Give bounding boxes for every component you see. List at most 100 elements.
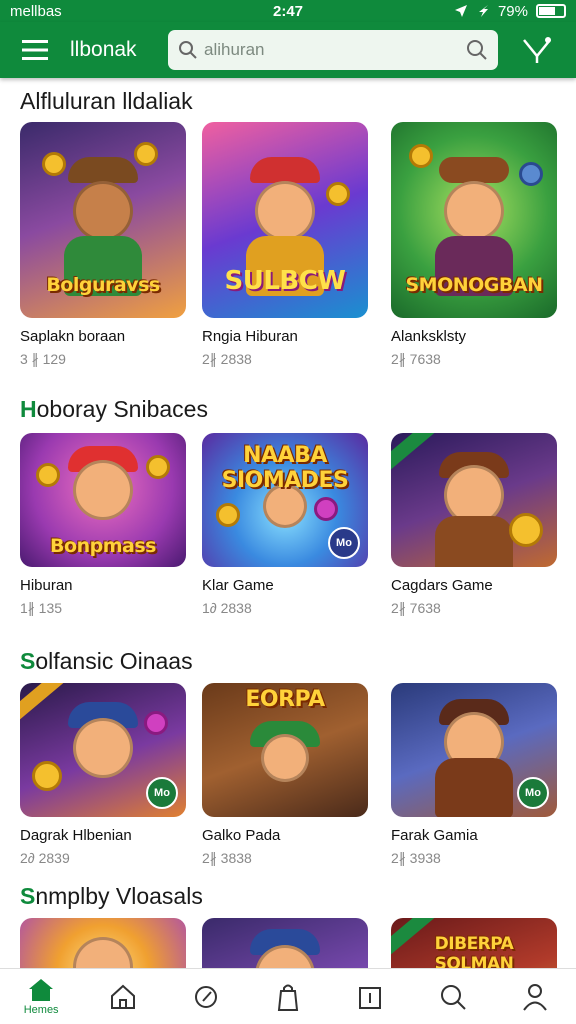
game-name: Galko Pada xyxy=(202,827,281,844)
character-art xyxy=(255,180,315,241)
app-bar: llbonak xyxy=(0,22,576,78)
coin-art xyxy=(36,463,60,487)
game-card[interactable]: SULBCW Rngia Hiburan 2∦ 2838 xyxy=(202,122,368,368)
character-art xyxy=(73,717,133,778)
game-thumbnail[interactable]: SMONOGBAN xyxy=(391,122,557,318)
status-bar: mellbas 2:47 79% xyxy=(0,0,576,22)
search-icon xyxy=(440,984,466,1010)
game-name: Hiburan xyxy=(20,577,73,594)
nav-calendar[interactable] xyxy=(329,969,411,1024)
nav-search[interactable] xyxy=(411,969,493,1024)
coin-art xyxy=(134,142,158,166)
section-title: Hoboray Snibaces xyxy=(20,396,208,422)
menu-button[interactable] xyxy=(0,22,70,78)
section-title: Alfluluran lldaliak xyxy=(20,88,193,114)
game-thumbnail[interactable]: Mo xyxy=(20,683,186,817)
character-art xyxy=(444,180,504,241)
game-meta: 2∦ 7638 xyxy=(391,351,441,367)
game-logo-art: Bonpmass xyxy=(50,535,156,557)
bottom-nav: Hemes xyxy=(0,968,576,1024)
game-meta: 2∂ 2839 xyxy=(20,850,70,866)
game-thumbnail[interactable] xyxy=(20,918,186,968)
game-card[interactable]: Bonpmass Hiburan 1∦ 135 xyxy=(20,433,186,617)
game-badge-icon: Mo xyxy=(146,777,178,809)
game-thumbnail[interactable]: Bonpmass xyxy=(20,433,186,567)
coin-art xyxy=(146,455,170,479)
game-logo-art: SMONOGBAN xyxy=(405,274,543,296)
body-art xyxy=(435,758,513,817)
nav-bag[interactable] xyxy=(247,969,329,1024)
nav-browse[interactable] xyxy=(82,969,164,1024)
body-art xyxy=(435,516,513,567)
game-name: Dagrak Hlbenian xyxy=(20,827,132,844)
section-title: Snmplby Vloasals xyxy=(20,883,203,909)
game-name: Klar Game xyxy=(202,577,274,594)
hat-art xyxy=(250,157,320,184)
edit-circle-icon xyxy=(194,985,217,1008)
app-title: llbonak xyxy=(70,38,137,61)
game-card[interactable]: Bolguravss Saplakn boraan 3 ∦ 129 xyxy=(20,122,186,368)
profile-icon xyxy=(523,983,547,1011)
game-thumbnail[interactable]: Bolguravss xyxy=(20,122,186,318)
menu-icon xyxy=(22,40,48,60)
game-logo-art: NAABA SIOMADES xyxy=(221,443,349,493)
game-thumbnail[interactable]: NAABA SIOMADES Mo xyxy=(202,433,368,567)
nav-home[interactable]: Hemes xyxy=(0,969,82,1024)
filter-button[interactable] xyxy=(498,22,576,78)
game-card[interactable]: SMONOGBAN Alanksklsty 2∦ 7638 xyxy=(391,122,557,368)
game-thumbnail[interactable]: DIBERPA SOLMAN xyxy=(391,918,557,968)
house-outline-icon xyxy=(111,984,136,1009)
game-name: Alanksklsty xyxy=(391,328,467,345)
ribbon-art xyxy=(20,683,69,724)
nav-edit[interactable] xyxy=(165,969,247,1024)
search-bar[interactable] xyxy=(168,30,498,70)
game-thumbnail[interactable] xyxy=(391,433,557,567)
coin-art xyxy=(32,761,62,791)
search-icon xyxy=(179,41,197,59)
battery-icon xyxy=(536,4,566,18)
ribbon-art xyxy=(391,433,440,474)
game-meta: 1∂ 2838 xyxy=(202,600,252,616)
game-logo-art: SULBCW xyxy=(224,266,346,296)
game-badge-icon: Mo xyxy=(517,777,549,809)
clock: 2:47 xyxy=(272,2,304,20)
game-card[interactable]: Mo Farak Gamia 2∦ 3938 xyxy=(391,683,557,867)
game-name: Farak Gamia xyxy=(391,827,478,844)
game-thumbnail[interactable] xyxy=(202,918,368,968)
nav-home-label: Hemes xyxy=(23,1003,59,1016)
game-meta: 2∦ 3838 xyxy=(202,850,252,866)
game-thumbnail[interactable]: Mo xyxy=(391,683,557,817)
game-card[interactable]: Mo Dagrak Hlbenian 2∂ 2839 xyxy=(20,683,186,866)
game-card[interactable]: NAABA SIOMADES Mo Klar Game 1∂ 2838 xyxy=(202,433,368,616)
game-thumbnail[interactable]: SULBCW xyxy=(202,122,368,318)
game-card[interactable]: Cagdars Game 2∦ 7638 xyxy=(391,433,557,617)
coin-art xyxy=(509,513,543,547)
character-art xyxy=(73,936,133,968)
content-area: Alfluluran lldaliak Bolguravss Saplakn b… xyxy=(0,78,576,968)
game-card[interactable]: EORPA Galko Pada 2∦ 3838 xyxy=(202,683,368,867)
home-icon xyxy=(29,978,54,1001)
search-submit-icon[interactable] xyxy=(466,39,488,61)
character-art xyxy=(261,733,309,782)
game-name: Cagdars Game xyxy=(391,577,493,594)
game-meta: 2∦ 7638 xyxy=(391,600,441,616)
gem-art xyxy=(314,497,338,521)
game-meta: 1∦ 135 xyxy=(20,600,63,616)
nav-profile[interactable] xyxy=(494,969,576,1024)
game-meta: 3 ∦ 129 xyxy=(20,351,66,367)
game-logo-art: EORPA xyxy=(245,687,325,712)
gem-art xyxy=(144,711,168,735)
gem-art xyxy=(519,162,543,186)
hair-art xyxy=(439,157,509,184)
game-card[interactable] xyxy=(20,918,186,968)
search-input[interactable] xyxy=(204,40,460,60)
game-name: Saplakn boraan xyxy=(20,328,126,345)
game-card[interactable]: DIBERPA SOLMAN xyxy=(391,918,557,968)
game-badge-icon: Mo xyxy=(328,527,360,559)
character-art xyxy=(73,459,133,520)
game-card[interactable] xyxy=(202,918,368,968)
coin-art xyxy=(216,503,240,527)
game-thumbnail[interactable]: EORPA xyxy=(202,683,368,817)
coin-art xyxy=(42,152,66,176)
coin-art xyxy=(409,144,433,168)
